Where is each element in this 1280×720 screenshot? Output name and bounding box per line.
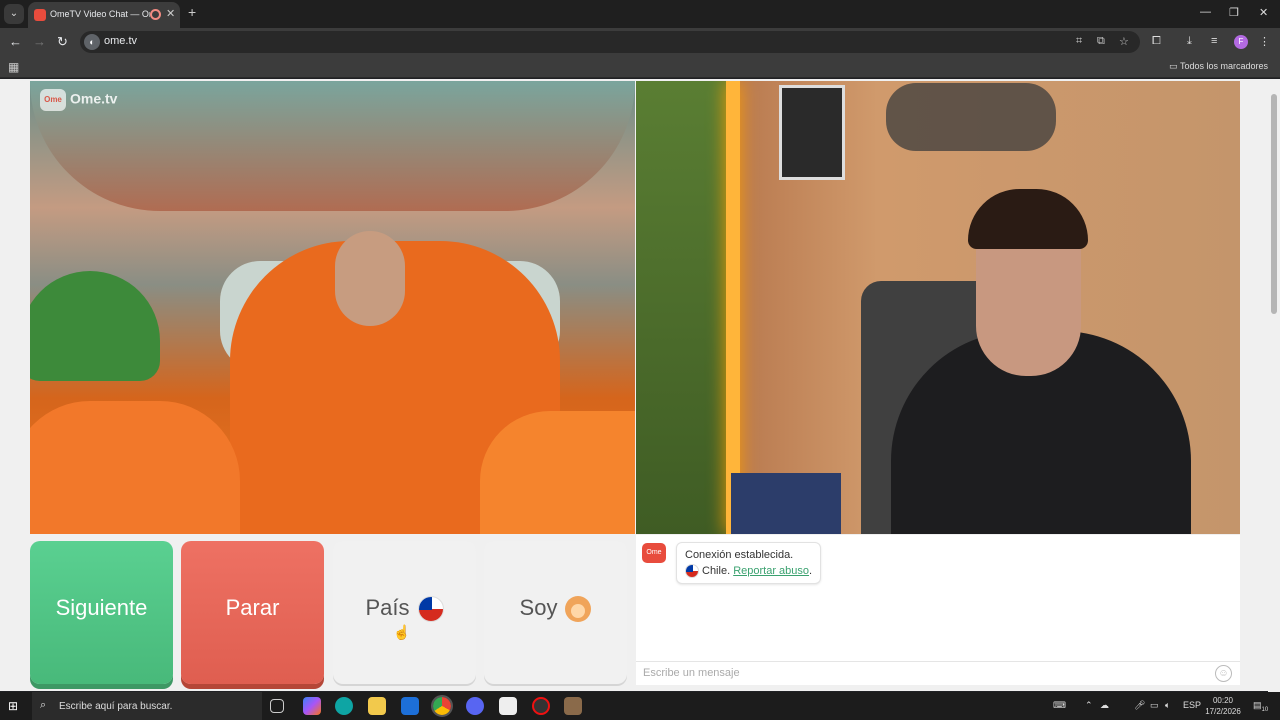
stop-label: Parar <box>225 595 280 620</box>
ometv-chat-logo-icon: Ome <box>642 543 666 563</box>
taskbar-search[interactable]: ⌕ Escribe aquí para buscar. <box>32 692 262 720</box>
bookmarks-bar: ▦ ▭ Todos los marcadores <box>0 56 1280 78</box>
connection-status: Conexión establecida. <box>685 549 794 561</box>
minimize-icon[interactable]: — <box>1200 6 1211 18</box>
recording-indicator-icon <box>150 9 161 20</box>
apps-grid-icon[interactable]: ▦ <box>8 60 19 74</box>
country-button[interactable]: País <box>333 541 476 684</box>
address-bar[interactable]: ◐ ome.tv ⌗ ⧉ ☆ <box>80 31 1140 53</box>
video-scene-poster <box>779 85 845 180</box>
reload-icon[interactable]: ↻ <box>57 34 68 50</box>
ometv-logo-icon: Ome <box>40 89 66 111</box>
install-app-icon[interactable]: ⧉ <box>1097 35 1105 48</box>
capcut-icon[interactable] <box>499 697 517 715</box>
page-scrollbar[interactable] <box>1268 80 1280 692</box>
network-icon[interactable]: ▭ <box>1150 700 1159 711</box>
extensions-icon[interactable]: ⧠ <box>1152 35 1161 48</box>
microphone-icon[interactable]: 🎤︎ <box>1134 700 1145 711</box>
stranger-video: Ome Ome.tv <box>30 81 635 534</box>
chat-panel: Ome Conexión establecida. Chile. Reporta… <box>636 535 1240 685</box>
country-name: Chile. <box>702 565 731 577</box>
close-window-icon[interactable]: ✕ <box>1259 6 1268 19</box>
windows-taskbar: ⊞ ⌕ Escribe aquí para buscar. ⌨ ⌃ ☁ 🎤︎ ▭… <box>0 692 1280 720</box>
stop-button[interactable]: Parar <box>181 541 324 684</box>
file-explorer-icon[interactable] <box>368 697 386 715</box>
video-scene-neon-sign <box>886 83 1056 151</box>
video-scene-led <box>726 81 740 534</box>
obs-icon[interactable] <box>532 697 550 715</box>
show-hidden-icons[interactable]: ⌃ <box>1085 700 1093 711</box>
clock-date: 17/2/2026 <box>1205 707 1241 716</box>
tab-title: OmeTV Video Chat — Ome <box>50 9 150 19</box>
gender-label: Soy <box>519 595 558 620</box>
logo-text: Ome.tv <box>70 90 118 107</box>
browser-tab-bar: ⌄ OmeTV Video Chat — Ome ✕ + — ❐ ✕ <box>0 0 1280 28</box>
new-tab-icon[interactable]: + <box>188 4 196 20</box>
clock[interactable]: 00:20 17/2/2026 <box>1198 695 1248 717</box>
search-icon: ⌕ <box>40 699 47 711</box>
onedrive-icon[interactable]: ☁ <box>1100 700 1109 711</box>
taskbar-search-placeholder: Escribe aquí para buscar. <box>59 701 173 712</box>
video-scene-head <box>335 231 405 326</box>
video-scene-person-right <box>480 411 635 534</box>
tab-search-icon[interactable]: ⌄ <box>4 4 24 24</box>
video-scene-person-left <box>30 401 240 534</box>
media-controls-icon[interactable]: ≡ <box>1211 35 1217 47</box>
hand-cursor-icon: ☝ <box>393 624 411 640</box>
next-button[interactable]: Siguiente <box>30 541 173 684</box>
mail-icon[interactable] <box>401 697 419 715</box>
woman-emoji-icon <box>565 596 592 623</box>
gender-button[interactable]: Soy <box>484 541 627 684</box>
report-abuse-link[interactable]: Reportar abuso <box>733 565 809 577</box>
windows-start-icon[interactable]: ⊞ <box>8 699 22 713</box>
message-input-bar: ☺ <box>636 661 1240 685</box>
profile-app-icon[interactable] <box>564 697 582 715</box>
chrome-icon[interactable] <box>431 695 453 717</box>
bookmark-star-icon[interactable]: ☆ <box>1119 35 1129 48</box>
menu-kebab-icon[interactable]: ⋮ <box>1259 35 1270 48</box>
discord-icon[interactable] <box>466 697 484 715</box>
ometv-logo: Ome Ome.tv <box>40 89 117 111</box>
chile-flag-icon <box>685 564 699 579</box>
system-message: Conexión establecida. Chile. Reportar ab… <box>676 542 822 584</box>
copilot-icon[interactable] <box>303 697 321 715</box>
folder-icon: ▭ <box>1169 61 1180 71</box>
downloads-icon[interactable]: ⤓ <box>1187 35 1192 48</box>
scroll-thumb[interactable] <box>1271 94 1277 314</box>
volume-icon[interactable]: 🔈︎ <box>1165 700 1170 711</box>
notification-count: 10 <box>1261 706 1269 713</box>
ometv-favicon-icon <box>34 9 46 21</box>
message-input[interactable] <box>636 662 1196 684</box>
notifications-icon[interactable]: ▤10 <box>1253 700 1268 713</box>
emoji-picker-icon[interactable]: ☺ <box>1215 665 1232 682</box>
self-video <box>636 81 1240 534</box>
video-scene-helmet <box>30 271 160 381</box>
clock-time: 00:20 <box>1212 696 1234 705</box>
video-scene-hair <box>968 189 1088 249</box>
back-icon[interactable]: ← <box>9 34 22 49</box>
video-scene-rug <box>731 473 841 534</box>
close-tab-icon[interactable]: ✕ <box>166 7 175 20</box>
task-view-icon[interactable] <box>270 699 284 713</box>
url-text: ome.tv <box>104 35 138 47</box>
report-suffix: . <box>809 565 813 577</box>
all-bookmarks[interactable]: ▭ Todos los marcadores <box>1169 61 1268 72</box>
edge-icon[interactable] <box>335 697 353 715</box>
video-scene-roof <box>30 81 635 211</box>
keyboard-icon[interactable]: ⌨ <box>1053 700 1066 711</box>
next-label: Siguiente <box>55 595 148 620</box>
translate-icon[interactable]: ⌗ <box>1076 35 1082 48</box>
restore-icon[interactable]: ❐ <box>1229 6 1239 19</box>
chile-flag-icon <box>417 596 444 623</box>
site-info-icon[interactable]: ◐ <box>84 34 100 50</box>
all-bookmarks-label: Todos los marcadores <box>1179 61 1268 71</box>
country-line: Chile. Reportar abuso. <box>685 563 812 579</box>
ometv-page: Ome Ome.tv Siguiente Parar País Soy ☝ Ome… <box>0 79 1280 691</box>
country-label: País <box>365 595 410 620</box>
browser-tab[interactable]: OmeTV Video Chat — Ome ✕ <box>28 2 180 28</box>
profile-avatar[interactable]: F <box>1234 35 1248 49</box>
browser-toolbar: ← → ↻ ◐ ome.tv ⌗ ⧉ ☆ ⧠ ⤓ ≡ ⋮ <box>0 28 1280 56</box>
video-scene-plant-wall <box>636 81 731 534</box>
forward-icon[interactable]: → <box>33 34 46 49</box>
